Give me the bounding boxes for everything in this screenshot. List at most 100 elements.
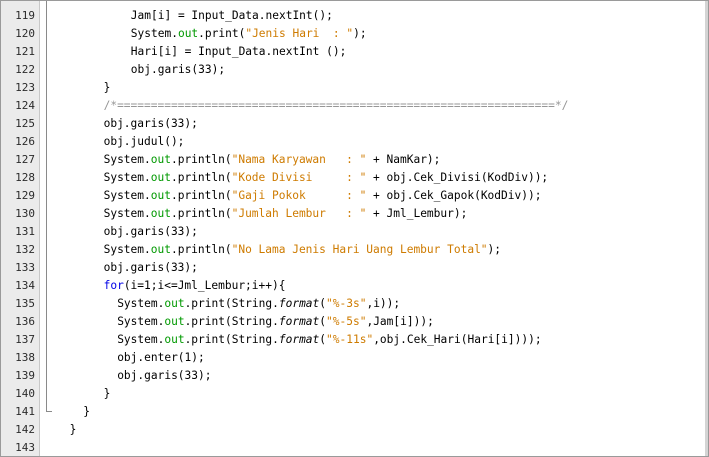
code-token: .print(String.	[184, 333, 279, 346]
code-token: obj.garis(33);	[103, 261, 198, 274]
line-number: 121	[15, 45, 35, 58]
code-line[interactable]: 119 Jam[i] = Input_Data.nextInt();	[1, 7, 708, 25]
code-text: obj.garis(33);	[104, 259, 198, 277]
code-token: "%-3s"	[326, 297, 367, 310]
line-number: 131	[15, 225, 35, 238]
code-token: }	[103, 81, 111, 94]
code-token: System.	[117, 315, 165, 328]
line-number: 132	[15, 243, 35, 256]
code-line[interactable]: 123}	[1, 79, 708, 97]
line-number: 129	[15, 189, 35, 202]
code-text: System.out.println("Jumlah Lembur : " + …	[104, 205, 468, 223]
code-token: obj.judul();	[103, 135, 185, 148]
line-number: 128	[15, 171, 35, 184]
code-line[interactable]: 126 obj.judul();	[1, 133, 708, 151]
code-line[interactable]: 121 Hari[i] = Input_Data.nextInt ();	[1, 43, 708, 61]
code-token: .println(	[170, 171, 232, 184]
code-token: System.	[117, 333, 165, 346]
code-text: System.out.println("Gaji Pokok : " + obj…	[104, 187, 542, 205]
line-number: 125	[15, 117, 35, 130]
code-token: (i=1;i<=Jml_Lembur;i++){	[123, 279, 286, 292]
code-line[interactable]: 138 obj.enter(1);	[1, 349, 708, 367]
code-line[interactable]: 120 System.out.print("Jenis Hari : ");	[1, 25, 708, 43]
code-token: for	[103, 279, 124, 292]
code-token: "%-5s"	[326, 315, 367, 328]
code-token: format	[278, 297, 320, 310]
code-text: System.out.println("No Lama Jenis Hari U…	[104, 241, 501, 259]
code-token: out	[150, 243, 171, 256]
code-line[interactable]: 124 /*===================================…	[1, 97, 708, 115]
code-line[interactable]: 133 obj.garis(33);	[1, 259, 708, 277]
line-number: 126	[15, 135, 35, 148]
code-token: obj.enter(1);	[117, 351, 205, 364]
code-token: + NamKar);	[366, 153, 441, 166]
code-token: System.	[103, 153, 151, 166]
code-text: System.out.println("Kode Divisi : " + ob…	[104, 169, 549, 187]
code-text: /*======================================…	[104, 97, 569, 115]
code-token: out	[164, 333, 185, 346]
code-line[interactable]: 143	[1, 439, 708, 457]
line-number: 134	[15, 279, 35, 292]
code-line[interactable]: 134 for(i=1;i<=Jml_Lembur;i++){	[1, 277, 708, 295]
code-line[interactable]: 127 System.out.println("Nama Karyawan : "…	[1, 151, 708, 169]
code-token: System.	[103, 171, 151, 184]
line-number: 143	[15, 441, 35, 454]
code-token: .println(	[170, 153, 232, 166]
code-token: .print(String.	[184, 315, 279, 328]
line-number: 133	[15, 261, 35, 274]
code-line[interactable]: 136 System.out.print(String.format("%-5s"…	[1, 313, 708, 331]
code-line[interactable]: 137 System.out.print(String.format("%-11s…	[1, 331, 708, 349]
code-line[interactable]: 141}	[1, 403, 708, 421]
code-token: out	[177, 27, 199, 40]
code-line[interactable]: 125 obj.garis(33);	[1, 115, 708, 133]
code-token: }	[83, 405, 90, 418]
code-token: .println(	[170, 243, 232, 256]
code-token: out	[150, 207, 171, 220]
code-text: obj.garis(33);	[131, 61, 225, 79]
code-token: }	[69, 423, 77, 436]
code-line[interactable]: 129 System.out.println("Gaji Pokok : " + …	[1, 187, 708, 205]
code-token: "Gaji Pokok : "	[231, 189, 367, 202]
code-token: System.	[103, 207, 151, 220]
code-token: ,i));	[366, 297, 401, 310]
code-line[interactable]: 142}	[1, 421, 708, 439]
code-token: "Nama Karyawan : "	[231, 153, 367, 166]
line-number: 138	[15, 351, 35, 364]
code-text: System.out.println("Nama Karyawan : " + …	[104, 151, 441, 169]
code-text: for(i=1;i<=Jml_Lembur;i++){	[104, 277, 286, 295]
code-text: obj.garis(33);	[104, 115, 198, 133]
code-token: ,Jam[i]));	[366, 315, 434, 328]
code-token: out	[150, 171, 171, 184]
code-token: .print(	[198, 27, 246, 40]
code-line[interactable]: 132 System.out.println("No Lama Jenis Har…	[1, 241, 708, 259]
code-editor[interactable]: 119 Jam[i] = Input_Data.nextInt(); 120 Syst…	[0, 0, 709, 457]
code-token: "No Lama Jenis Hari Uang Lembur Total"	[231, 243, 488, 256]
code-token: .println(	[170, 189, 232, 202]
code-line[interactable]: 139 obj.garis(33);	[1, 367, 708, 385]
code-line[interactable]: 130 System.out.println("Jumlah Lembur : "…	[1, 205, 708, 223]
code-line[interactable]: 131 obj.garis(33);	[1, 223, 708, 241]
line-number: 127	[15, 153, 35, 166]
line-number: 139	[15, 369, 35, 382]
line-number: 130	[15, 207, 35, 220]
code-token: "Jenis Hari : "	[245, 27, 354, 40]
code-text: System.out.print(String.format("%-11s",o…	[117, 331, 541, 349]
code-line[interactable]: 122 obj.garis(33);	[1, 61, 708, 79]
code-token: .println(	[170, 207, 232, 220]
code-token: .print(String.	[184, 297, 279, 310]
code-token: format	[278, 315, 320, 328]
code-token: /*======================================…	[103, 99, 569, 112]
code-line[interactable]: 128 System.out.println("Kode Divisi : " +…	[1, 169, 708, 187]
line-number: 141	[15, 405, 35, 418]
code-token: }	[103, 387, 111, 400]
code-line[interactable]: 140}	[1, 385, 708, 403]
code-token: obj.garis(33);	[117, 369, 212, 382]
code-token: + obj.Cek_Gapok(KodDiv));	[366, 189, 542, 202]
code-text: System.out.print("Jenis Hari : ");	[131, 25, 367, 43]
code-line[interactable]: 135 System.out.print(String.format("%-3s"…	[1, 295, 708, 313]
code-text: Hari[i] = Input_Data.nextInt ();	[131, 43, 347, 61]
code-token: );	[353, 27, 367, 40]
code-token: out	[164, 315, 185, 328]
code-text: System.out.print(String.format("%-5s",Ja…	[117, 313, 434, 331]
vertical-scrollbar[interactable]	[705, 1, 708, 456]
